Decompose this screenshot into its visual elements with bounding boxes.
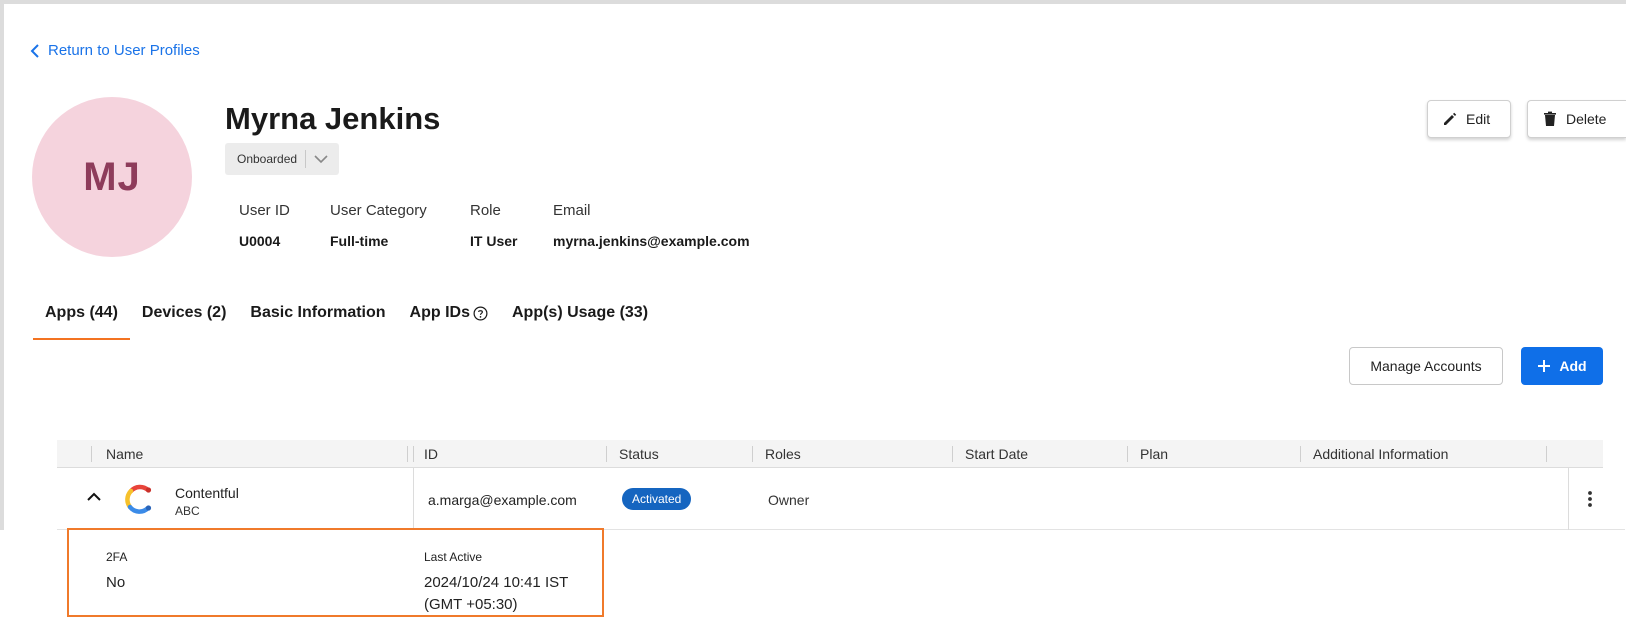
info-role: Role IT User [470, 202, 517, 249]
tab-apps[interactable]: Apps (44) [33, 296, 130, 340]
tab-app-ids[interactable]: App IDs [398, 296, 500, 340]
info-key: Email [553, 202, 591, 219]
status-badge: Activated [622, 488, 692, 510]
column-resize-handle[interactable] [407, 446, 408, 462]
column-separator [413, 468, 414, 530]
info-key: User ID [239, 202, 290, 219]
column-separator [1568, 468, 1569, 530]
status-dropdown[interactable]: Onboarded [225, 143, 339, 175]
page-title: Myrna Jenkins [225, 101, 441, 136]
app-name: Contentful [175, 485, 239, 501]
add-button-label: Add [1559, 358, 1587, 374]
info-value: Full-time [330, 233, 389, 249]
info-value: IT User [470, 233, 518, 249]
back-to-user-profiles-link[interactable]: Return to User Profiles [30, 42, 200, 59]
column-header-start-date[interactable]: Start Date [965, 446, 1028, 462]
column-separator [1300, 446, 1301, 462]
kebab-icon[interactable] [1587, 490, 1593, 508]
chevron-left-icon [30, 43, 39, 58]
avatar-initials: MJ [83, 154, 141, 199]
tab-label: App IDs [409, 304, 470, 321]
column-header-additional-information[interactable]: Additional Information [1313, 446, 1448, 462]
delete-button-label: Delete [1566, 111, 1607, 127]
column-separator [952, 446, 953, 462]
twofa-value: No [106, 574, 126, 591]
plus-icon [1538, 360, 1551, 372]
chevron-up-icon[interactable] [87, 492, 101, 502]
info-key: Role [470, 202, 501, 219]
add-button[interactable]: Add [1521, 347, 1603, 385]
column-separator [752, 446, 753, 462]
tab-label: Apps (44) [45, 304, 118, 321]
tab-label: App(s) Usage (33) [512, 304, 649, 321]
table-header: Name ID Status Roles Start Date Plan Add… [57, 440, 1603, 468]
tab-label: Devices (2) [141, 304, 227, 321]
question-circle-icon[interactable] [473, 306, 488, 321]
status-dropdown-value: Onboarded [225, 150, 307, 168]
contentful-logo-icon [125, 484, 152, 514]
last-active-label: Last Active [424, 550, 483, 564]
column-separator [1546, 446, 1547, 462]
column-separator [1127, 446, 1128, 462]
manage-accounts-button[interactable]: Manage Accounts [1349, 347, 1503, 385]
info-value: myrna.jenkins@example.com [553, 233, 750, 249]
column-header-id[interactable]: ID [424, 446, 438, 462]
column-separator [606, 446, 607, 462]
tab-basic-information[interactable]: Basic Information [238, 296, 397, 340]
app-account-id: a.marga@example.com [428, 492, 577, 508]
app-role: Owner [768, 492, 810, 508]
chevron-down-icon [306, 154, 336, 164]
info-user-id: User ID U0004 [239, 202, 290, 249]
column-separator [413, 446, 414, 462]
info-key: User Category [330, 202, 427, 219]
edit-button[interactable]: Edit [1427, 100, 1511, 138]
delete-button[interactable]: Delete [1527, 100, 1626, 138]
tab-app-usage[interactable]: App(s) Usage (33) [500, 296, 660, 340]
profile-tabs: Apps (44) Devices (2) Basic Information … [33, 296, 660, 340]
tab-devices[interactable]: Devices (2) [130, 296, 239, 340]
app-subtitle: ABC [175, 504, 200, 518]
last-active-timezone: (GMT +05:30) [424, 596, 518, 613]
column-header-plan[interactable]: Plan [1140, 446, 1168, 462]
pencil-icon [1444, 112, 1457, 125]
info-user-category: User Category Full-time [330, 202, 427, 249]
column-separator [91, 446, 92, 462]
column-header-status[interactable]: Status [619, 446, 659, 462]
column-header-name[interactable]: Name [106, 446, 143, 462]
table-row[interactable]: Contentful ABC a.marga@example.com Activ… [57, 468, 1625, 530]
twofa-label: 2FA [106, 550, 128, 564]
trash-icon [1544, 111, 1556, 126]
avatar: MJ [32, 97, 192, 257]
info-value: U0004 [239, 233, 281, 249]
column-header-roles[interactable]: Roles [765, 446, 801, 462]
edit-button-label: Edit [1466, 111, 1491, 127]
info-email: Email myrna.jenkins@example.com [553, 202, 750, 249]
expanded-row-details: 2FA No Last Active 2024/10/24 10:41 IST … [67, 528, 604, 617]
back-link-label: Return to User Profiles [48, 42, 200, 59]
tab-label: Basic Information [250, 304, 386, 321]
window-edge [0, 530, 4, 623]
last-active-date: 2024/10/24 10:41 IST [424, 574, 569, 591]
